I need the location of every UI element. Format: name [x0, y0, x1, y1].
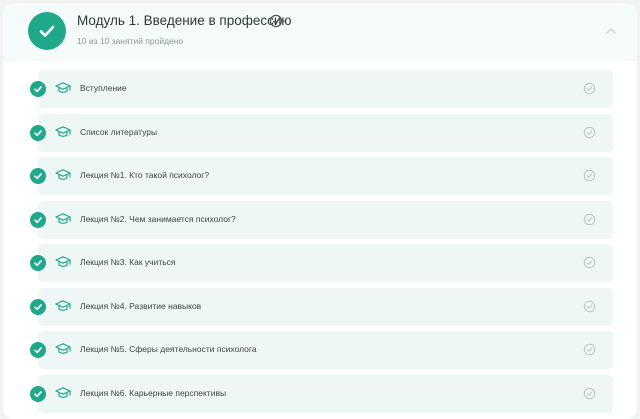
graduation-cap-icon: [55, 256, 71, 267]
module-progress-text: 10 из 10 занятий пройдено: [77, 36, 184, 46]
check-circle-icon: [30, 124, 46, 141]
check-circle-icon: [30, 298, 46, 315]
graduation-cap-icon: [55, 125, 71, 137]
check-circle-icon: [30, 255, 46, 271]
lesson-row[interactable]: Лекция №4. Развитие навыков: [3, 287, 637, 328]
module-card: Модуль 1. Введение в профессию 10 из 10 …: [3, 3, 637, 419]
check-outline-icon: [583, 169, 596, 182]
check-outline-icon: [583, 213, 596, 225]
check-outline-icon: [583, 387, 596, 399]
module-header[interactable]: Модуль 1. Введение в профессию 10 из 10 …: [3, 3, 637, 61]
lesson-title: Список литературы: [80, 126, 158, 137]
lesson-title: Лекция №3. Как учиться: [80, 257, 176, 267]
lesson-row[interactable]: Список литературы: [3, 113, 637, 154]
graduation-cap-icon: [55, 299, 71, 311]
check-outline-icon: [583, 300, 596, 312]
graduation-cap-icon: [55, 343, 71, 354]
check-circle-icon: [30, 211, 46, 228]
lesson-row[interactable]: Лекция №6. Карьерные перспективы: [3, 374, 637, 415]
lesson-title: Лекция №4. Развитие навыков: [80, 300, 202, 311]
lesson-title: Вступление: [80, 83, 127, 93]
check-outline-icon: [583, 256, 596, 269]
module-check-icon: [28, 12, 66, 50]
graduation-cap-icon: [55, 82, 71, 93]
lesson-title: Лекция №1. Кто такой психолог?: [80, 170, 210, 180]
check-circle-icon: [30, 342, 46, 358]
module-title: Модуль 1. Введение в профессию: [77, 13, 292, 28]
check-outline-icon: [583, 343, 596, 356]
lesson-row[interactable]: Лекция №3. Как учиться: [3, 244, 637, 284]
check-outline-icon: [583, 82, 596, 95]
lesson-title: Лекция №6. Карьерные перспективы: [80, 387, 227, 398]
check-circle-icon: [30, 168, 46, 184]
badge-check-icon: [269, 14, 283, 28]
check-circle-icon: [30, 385, 46, 402]
graduation-cap-icon: [55, 169, 71, 180]
chevron-up-icon[interactable]: [605, 27, 617, 35]
lesson-row[interactable]: Лекция №1. Кто такой психолог?: [3, 157, 637, 197]
lesson-title: Лекция №2. Чем занимается психолог?: [80, 213, 236, 224]
check-outline-icon: [583, 126, 596, 138]
lesson-row[interactable]: Лекция №5. Сферы деятельности психолога: [3, 331, 637, 371]
graduation-cap-icon: [55, 386, 71, 398]
check-circle-icon: [30, 81, 46, 97]
graduation-cap-icon: [55, 212, 71, 224]
lesson-title: Лекция №5. Сферы деятельности психолога: [80, 344, 257, 354]
lesson-row[interactable]: Лекция №2. Чем занимается психолог?: [3, 200, 637, 241]
lesson-row[interactable]: Вступление: [3, 70, 637, 110]
